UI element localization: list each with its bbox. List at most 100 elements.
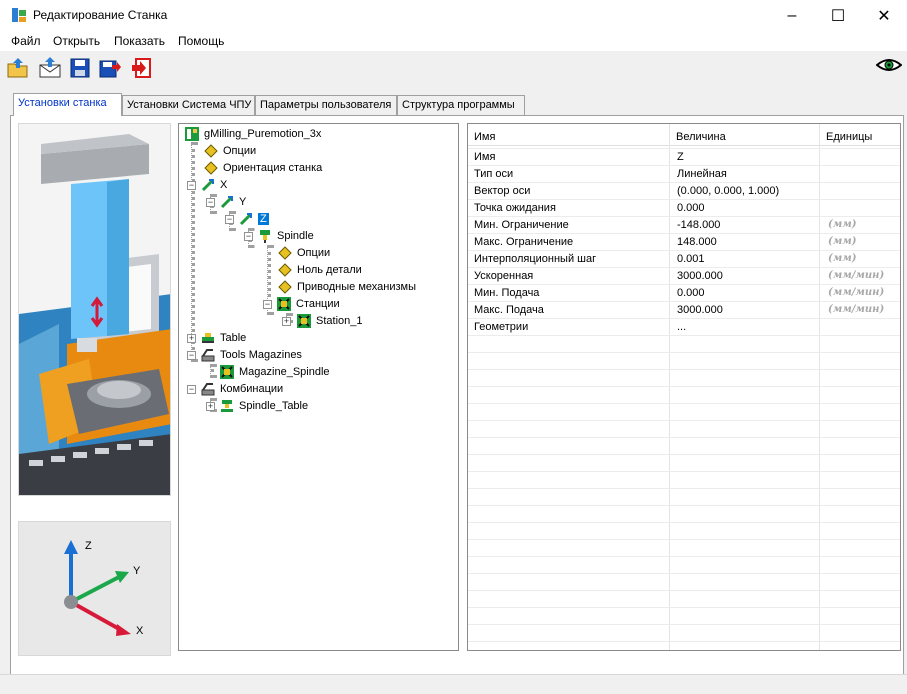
tree-expander[interactable]: − (187, 181, 196, 190)
save-icon[interactable] (68, 56, 92, 80)
tree-expander[interactable]: − (187, 351, 196, 360)
tree-node-machine[interactable]: gMilling_Puremotion_3x (185, 126, 321, 142)
tab-machine-settings[interactable]: Установки станка (13, 93, 122, 116)
tree-node-part-zero[interactable]: Ноль детали (278, 262, 362, 278)
tree-node-drives[interactable]: Приводные механизмы (278, 279, 416, 295)
tree-node-options[interactable]: Опции (204, 143, 256, 159)
menu-file[interactable]: Файл (11, 34, 41, 48)
diamond-icon (278, 263, 292, 277)
spindle-table-icon (221, 400, 233, 412)
tree-expander[interactable]: − (225, 215, 234, 224)
save-as-icon[interactable] (98, 56, 122, 80)
tree-node-spindle[interactable]: Spindle (258, 228, 314, 244)
property-row[interactable]: Мин. Ограничение -148.000 (мм) (468, 217, 900, 234)
tree-label: Spindle (277, 230, 314, 242)
station-icon (220, 365, 234, 379)
tab-user-parameters[interactable]: Параметры пользователя (255, 95, 397, 115)
column-header-name[interactable]: Имя (468, 124, 669, 146)
tree-label: Station_1 (316, 315, 363, 327)
diamond-icon (204, 144, 218, 158)
property-row[interactable]: Ускоренная 3000.000 (мм/мин) (468, 268, 900, 285)
property-row[interactable]: Макс. Ограничение 148.000 (мм) (468, 234, 900, 251)
property-row[interactable]: Точка ожидания 0.000 (468, 200, 900, 217)
property-value[interactable]: 148.000 (677, 236, 717, 248)
property-value[interactable]: 0.000 (677, 287, 705, 299)
property-value[interactable]: -148.000 (677, 219, 720, 231)
property-row[interactable]: Геометрии... (468, 319, 900, 336)
property-name: Интерполяционный шаг (474, 253, 597, 265)
tree-node-combinations[interactable]: Комбинации (201, 381, 283, 397)
magazine-icon (201, 349, 215, 362)
property-name: Мин. Ограничение (474, 219, 569, 231)
tree-node-station-1[interactable]: Station_1 (297, 313, 362, 329)
property-units: (мм) (828, 253, 857, 264)
minimize-button[interactable]: – (769, 0, 815, 31)
tree-node-axis-z[interactable]: Z (239, 211, 269, 227)
column-header-units[interactable]: Единицы (820, 124, 900, 146)
import-envelope-icon[interactable] (38, 56, 62, 80)
title-bar: Редактирование Станка – ☐ ✕ (0, 0, 907, 31)
column-header-value[interactable]: Величина (670, 124, 819, 146)
menu-view[interactable]: Показать (114, 34, 165, 48)
table-icon (202, 333, 214, 343)
open-folder-icon[interactable] (6, 56, 30, 80)
tree-label: Ноль детали (297, 264, 362, 276)
tree-label: Y (239, 196, 247, 208)
property-row[interactable]: Имя Z (468, 149, 900, 166)
tree-node-spindle-options[interactable]: Опции (278, 245, 330, 261)
diamond-icon (278, 246, 292, 260)
property-row[interactable]: Интерполяционный шаг 0.001 (мм) (468, 251, 900, 268)
property-units: (мм) (828, 236, 857, 247)
property-row[interactable]: Тип оси Линейная (468, 166, 900, 183)
tab-label: Установки Система ЧПУ (127, 99, 252, 111)
tree-label: Magazine_Spindle (239, 366, 330, 378)
property-value[interactable]: (0.000, 0.000, 1.000) (677, 185, 779, 197)
property-value[interactable]: ... (677, 321, 686, 333)
axis-x-label: X (136, 625, 144, 637)
properties-grid: Имя Величина Единицы Имя Z Тип оси Линейная… (467, 123, 901, 651)
property-value[interactable]: 3000.000 (677, 304, 723, 316)
tree-expander[interactable]: − (206, 198, 215, 207)
tree-node-tool-magazines[interactable]: Tools Magazines (201, 347, 302, 363)
property-row[interactable]: Мин. Подача 0.000 (мм/мин) (468, 285, 900, 302)
tree-node-spindle-table[interactable]: Spindle_Table (220, 398, 308, 414)
property-name: Имя (474, 151, 496, 163)
axis-icon (201, 178, 215, 192)
tree-expander[interactable]: + (282, 317, 291, 326)
axes-orientation-widget: Z Y X (18, 521, 171, 656)
property-row[interactable]: Вектор оси (0.000, 0.000, 1.000) (468, 183, 900, 200)
tree-expander[interactable]: − (187, 385, 196, 394)
eye-icon[interactable] (876, 57, 902, 73)
machine-app-icon (12, 8, 26, 22)
tab-program-structure[interactable]: Структура программы (397, 95, 525, 115)
property-value[interactable]: Z (677, 151, 684, 163)
property-value[interactable]: 3000.000 (677, 270, 723, 282)
tree-node-stations[interactable]: Станции (277, 296, 340, 312)
tree-expander[interactable]: + (206, 402, 215, 411)
tree-node-axis-x[interactable]: X (201, 177, 227, 193)
menu-help[interactable]: Помощь (178, 34, 224, 48)
tree-label: Table (220, 332, 247, 344)
property-units: (мм/мин) (828, 304, 885, 315)
tree-node-magazine-spindle[interactable]: Magazine_Spindle (220, 364, 330, 380)
menu-open[interactable]: Открыть (53, 34, 100, 48)
tree-expander[interactable]: − (263, 300, 272, 309)
tree-expander[interactable]: − (244, 232, 253, 241)
tree-expander[interactable]: + (187, 334, 196, 343)
exit-icon[interactable] (130, 56, 154, 80)
property-value[interactable]: 0.001 (677, 253, 705, 265)
maximize-button[interactable]: ☐ (815, 0, 861, 31)
tree-label: Приводные механизмы (297, 281, 417, 293)
close-button[interactable]: ✕ (861, 0, 907, 31)
machine-preview-image (18, 123, 171, 496)
property-value[interactable]: 0.000 (677, 202, 705, 214)
tab-cnc-settings[interactable]: Установки Система ЧПУ (122, 95, 255, 115)
window-title: Редактирование Станка (33, 8, 168, 22)
tree-node-table[interactable]: Table (201, 330, 246, 346)
tree-node-axis-y[interactable]: Y (220, 194, 246, 210)
property-value[interactable]: Линейная (677, 168, 727, 180)
property-row[interactable]: Макс. Подача 3000.000 (мм/мин) (468, 302, 900, 319)
property-name: Макс. Подача (474, 304, 544, 316)
tree-node-orientation[interactable]: Ориентация станка (204, 160, 322, 176)
property-name: Геометрии (474, 321, 529, 333)
